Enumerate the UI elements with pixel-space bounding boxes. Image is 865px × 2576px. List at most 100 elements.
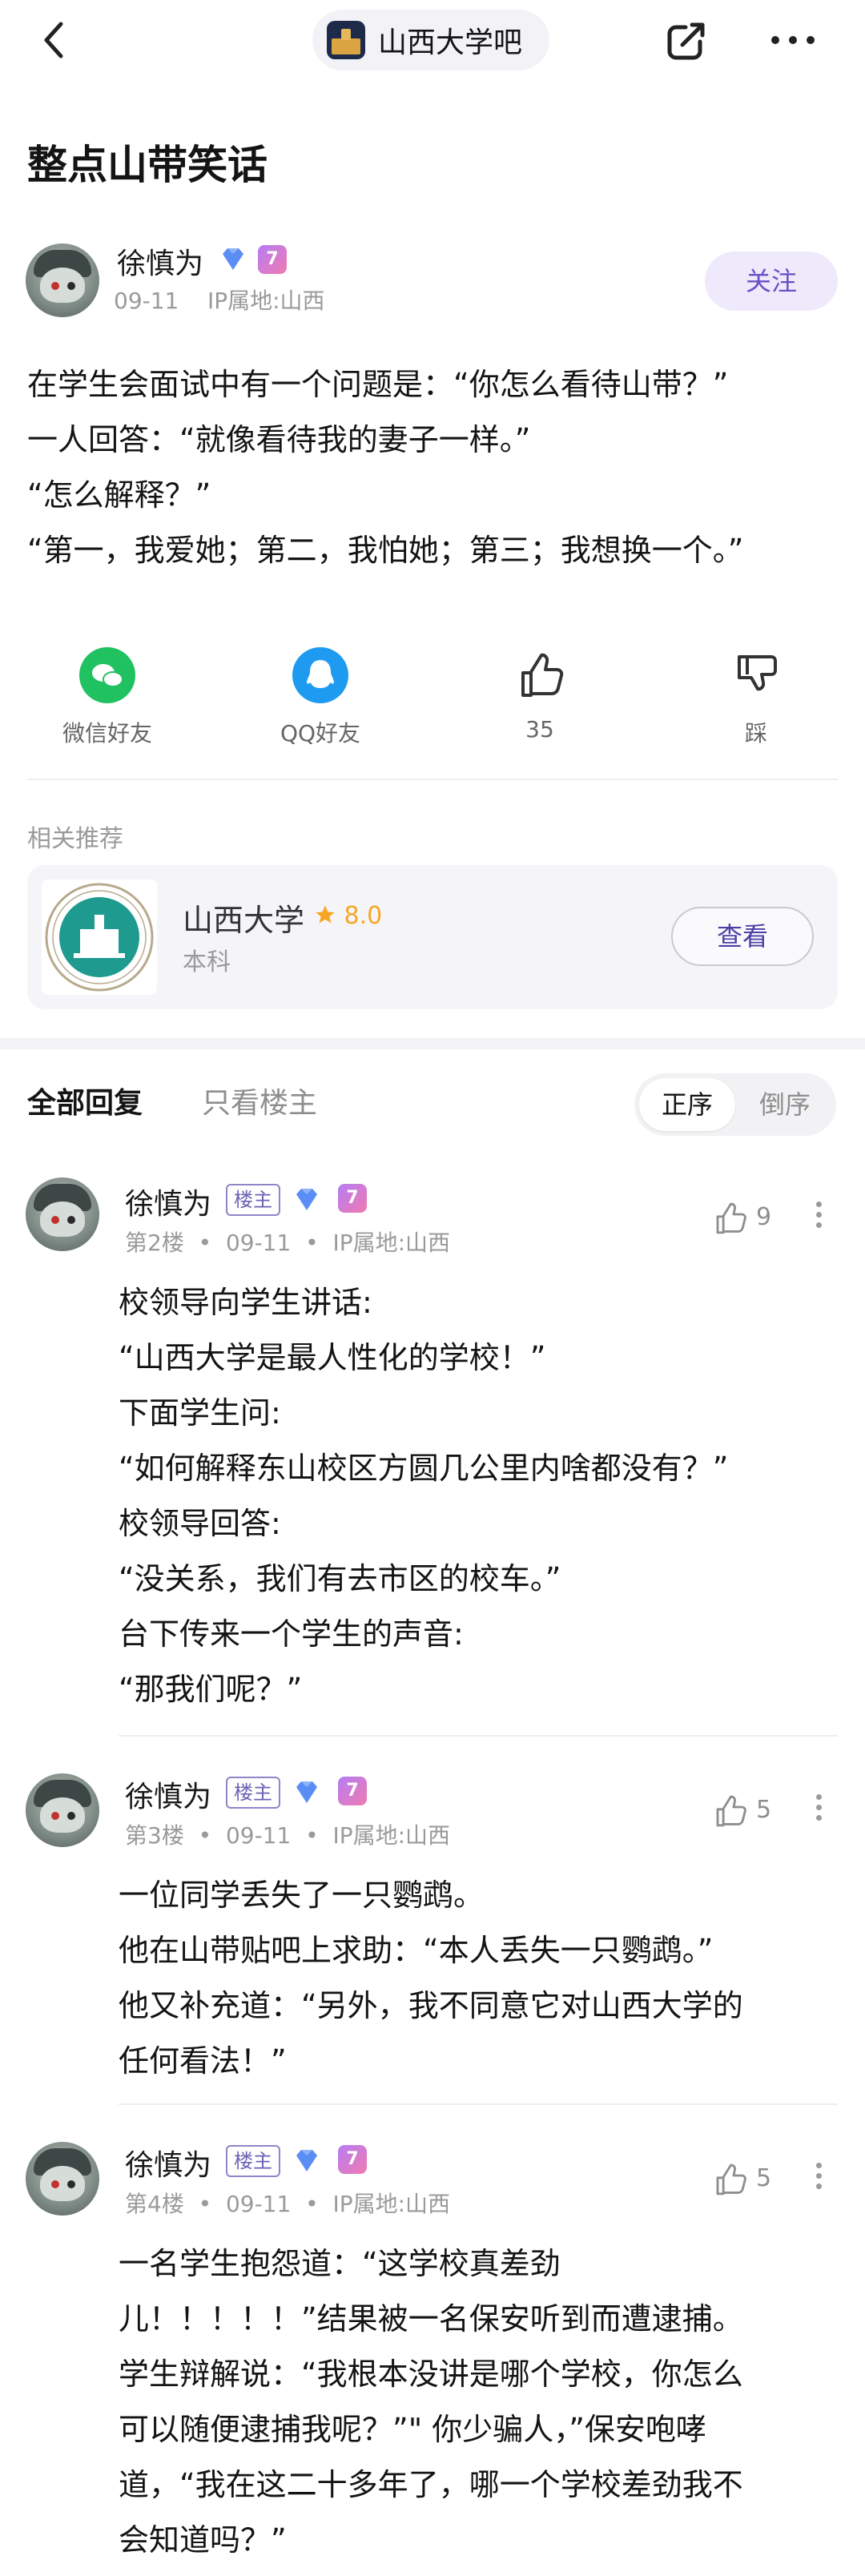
avatar[interactable] xyxy=(26,1177,99,1251)
school-logo-icon xyxy=(42,879,157,995)
reply-line: 下面学生问: xyxy=(119,1395,281,1431)
post-body-line: “怎么解释？” xyxy=(27,477,211,513)
reply-line: 台下传来一个学生的声音: xyxy=(119,1616,464,1652)
reply-line: 会知道吗？” xyxy=(119,2522,287,2558)
rating-value: 8.0 xyxy=(344,902,383,930)
like-button[interactable]: 35 xyxy=(460,647,620,743)
reply-ip: IP属地:山西 xyxy=(332,1230,451,1256)
reply-floor: 第3楼 xyxy=(125,1822,184,1849)
tab-all-replies[interactable]: 全部回复 xyxy=(27,1080,143,1121)
school-type: 本科 xyxy=(183,948,231,976)
reply-author-name[interactable]: 徐慎为 xyxy=(125,1773,211,1815)
reply-date: 09-11 xyxy=(225,1230,292,1256)
post-ip: IP属地:山西 xyxy=(207,288,325,314)
reply-line: “没关系，我们有去市区的校车。” xyxy=(119,1561,561,1596)
avatar[interactable] xyxy=(26,2142,99,2216)
sort-toggle: 正序 倒序 xyxy=(634,1073,836,1136)
level-badge: 7 xyxy=(338,2145,367,2174)
tab-host-only[interactable]: 只看楼主 xyxy=(202,1080,317,1121)
reply-date: 09-11 xyxy=(225,1822,292,1849)
dislike-button[interactable]: 踩 xyxy=(676,647,836,748)
reply-line: 校领导回答: xyxy=(119,1506,281,1541)
school-rating: 8.0 xyxy=(314,902,382,930)
reply-like-button[interactable]: 9 xyxy=(710,1198,774,1238)
reply-like-button[interactable]: 5 xyxy=(710,2159,774,2200)
wechat-icon xyxy=(79,647,135,703)
more-icon[interactable] xyxy=(769,22,817,58)
diamond-badge-icon xyxy=(296,2150,317,2171)
section-divider xyxy=(0,1038,865,1049)
post-meta: 09-11 IP属地:山西 xyxy=(114,284,325,316)
forum-logo-icon xyxy=(327,21,365,59)
share-qq-button[interactable]: QQ好友 xyxy=(240,647,400,748)
reply-ip: IP属地:山西 xyxy=(332,2191,451,2217)
reply-author-name[interactable]: 徐慎为 xyxy=(125,2142,211,2184)
reply-floor: 第4楼 xyxy=(125,2191,184,2217)
back-icon[interactable] xyxy=(32,18,77,62)
reply-date: 09-11 xyxy=(225,2191,292,2217)
reply-like-button[interactable]: 5 xyxy=(710,1791,774,1831)
qq-icon xyxy=(292,647,348,703)
reply-line: 可以随便逮捕我呢？”" 你少骗人，”保安咆哮 xyxy=(119,2412,706,2447)
post-body: 在学生会面试中有一个问题是：“你怎么看待山带？” 一人回答：“就像看待我的妻子一… xyxy=(27,357,844,578)
divider xyxy=(119,1735,838,1737)
reply-line: 一名学生抱怨道：“这学校真差劲 xyxy=(119,2246,561,2281)
reply-more-icon[interactable] xyxy=(811,1789,827,1829)
divider xyxy=(27,779,838,780)
share-wechat-button[interactable]: 微信好友 xyxy=(27,647,187,748)
post-body-line: “第一，我爱她；第二，我怕她；第三；我想换一个。” xyxy=(27,533,744,568)
level-badge: 7 xyxy=(338,1184,367,1213)
level-badge: 7 xyxy=(338,1777,367,1805)
share-icon[interactable] xyxy=(663,18,710,64)
view-button[interactable]: 查看 xyxy=(671,907,814,966)
diamond-badge-icon xyxy=(223,248,243,270)
related-card[interactable]: 山西大学 8.0 本科 查看 xyxy=(27,865,838,1009)
host-tag: 楼主 xyxy=(226,2145,280,2177)
reply-floor: 第2楼 xyxy=(125,1230,184,1256)
reply-line: “如何解释东山校区方圆几公里内啥都没有？” xyxy=(119,1451,729,1486)
thumbs-up-icon xyxy=(512,647,568,703)
share-wechat-label: 微信好友 xyxy=(62,720,152,747)
reply-line: “山西大学是最人性化的学校！” xyxy=(119,1340,546,1375)
post-body-line: 一人回答：“就像看待我的妻子一样。” xyxy=(27,422,531,457)
divider xyxy=(119,2103,838,2105)
reply-like-count: 5 xyxy=(756,2164,772,2192)
reply-meta: 第2楼 • 09-11 • IP属地:山西 xyxy=(125,1230,451,1256)
reply-more-icon[interactable] xyxy=(811,1197,827,1237)
forum-entry[interactable]: 山西大学吧 xyxy=(312,10,549,70)
avatar[interactable] xyxy=(26,1773,99,1847)
reply-meta: 第4楼 • 09-11 • IP属地:山西 xyxy=(125,2191,451,2217)
reply-line: 他在山带贴吧上求助：“本人丢失一只鹦鹉。” xyxy=(119,1933,714,1968)
post-date: 09-11 xyxy=(114,288,179,314)
reply-meta: 第3楼 • 09-11 • IP属地:山西 xyxy=(125,1822,451,1849)
reply-line: 儿！！！！！”结果被一名保安听到而遭逮捕。 xyxy=(119,2301,743,2337)
host-tag: 楼主 xyxy=(226,1184,280,1216)
reply-body: 一位同学丢失了一只鹦鹉。 他在山带贴吧上求助：“本人丢失一只鹦鹉。” 他又补充道… xyxy=(119,1868,823,2089)
thumbs-up-icon xyxy=(716,1202,746,1234)
like-count: 35 xyxy=(525,716,554,743)
reply-more-icon[interactable] xyxy=(811,2158,827,2198)
dislike-label: 踩 xyxy=(744,720,767,747)
author-name[interactable]: 徐慎为 xyxy=(117,240,203,282)
host-tag: 楼主 xyxy=(226,1777,280,1809)
reply-line: 道，“我在这二十多年了，哪一个学校差劲我不 xyxy=(119,2467,743,2502)
follow-button[interactable]: 关注 xyxy=(705,252,838,311)
share-qq-label: QQ好友 xyxy=(280,720,361,747)
avatar[interactable] xyxy=(26,244,99,317)
sort-asc-button[interactable]: 正序 xyxy=(639,1078,735,1131)
reply-line: “那我们呢？” xyxy=(119,1672,303,1707)
thumbs-down-icon xyxy=(728,647,784,703)
sort-desc-button[interactable]: 倒序 xyxy=(737,1078,833,1131)
forum-name: 山西大学吧 xyxy=(378,26,523,59)
reply-line: 任何看法！” xyxy=(119,2043,287,2079)
reply-line: 校领导向学生讲话: xyxy=(119,1285,372,1320)
level-badge: 7 xyxy=(258,245,287,274)
diamond-badge-icon xyxy=(296,1781,317,1803)
reply-author-name[interactable]: 徐慎为 xyxy=(125,1181,211,1222)
reply-line: 学生辩解说：“我根本没讲是哪个学校，你怎么 xyxy=(119,2357,743,2392)
reply-body: 一名学生抱怨道：“这学校真差劲 儿！！！！！”结果被一名保安听到而遭逮捕。 学生… xyxy=(119,2236,823,2568)
post-body-line: 在学生会面试中有一个问题是：“你怎么看待山带？” xyxy=(27,367,729,402)
related-label: 相关推荐 xyxy=(27,825,123,853)
reply-line: 一位同学丢失了一只鹦鹉。 xyxy=(119,1878,485,1913)
reply-ip: IP属地:山西 xyxy=(332,1822,451,1849)
